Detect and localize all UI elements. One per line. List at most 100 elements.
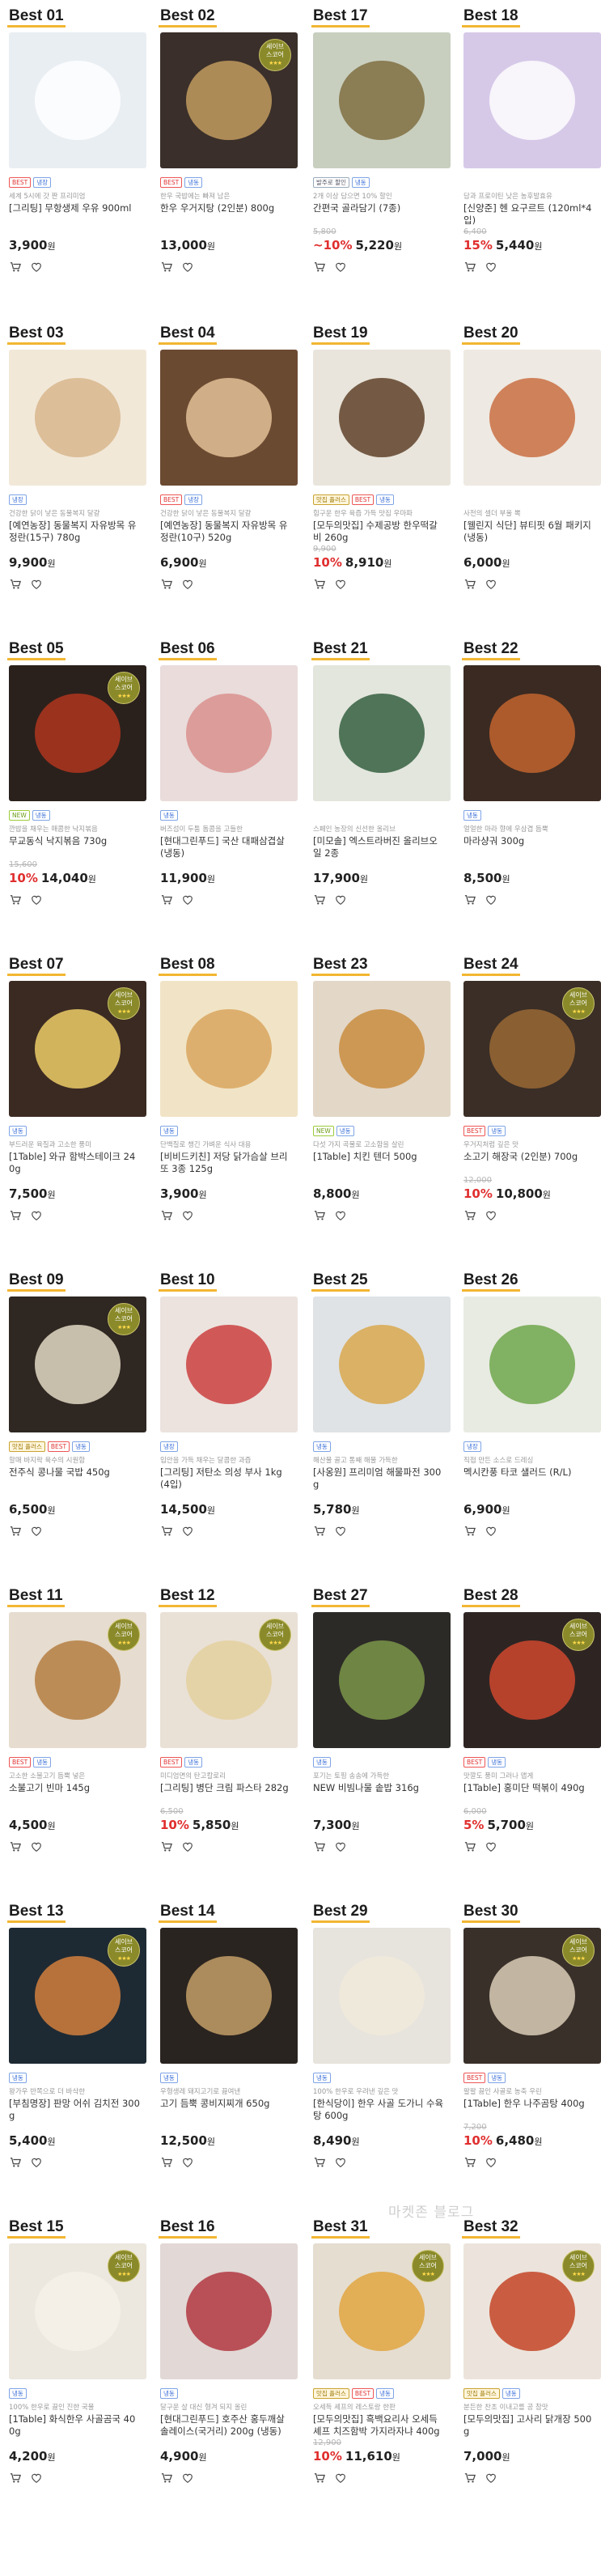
heart-icon[interactable] — [181, 1840, 194, 1853]
heart-icon[interactable] — [181, 2472, 194, 2485]
cart-icon[interactable] — [160, 578, 173, 591]
heart-icon[interactable] — [30, 1840, 43, 1853]
product-image[interactable]: 세이브 스코어 ★★★ — [463, 981, 601, 1117]
cart-icon[interactable] — [9, 1840, 22, 1853]
product-card[interactable]: Best 18 담과 프로이틴 낮은 농후발효유 [신양준] 헨 요구르트 (120… — [457, 5, 601, 316]
product-card[interactable]: Best 26 냉장 직접 만든 소스로 드레싱 멕시칸풍 타코 샐러드 (R/L) 6… — [457, 1269, 601, 1581]
heart-icon[interactable] — [485, 261, 497, 274]
product-name[interactable]: [1Table] 화식한우 사골곰국 400g — [9, 2413, 140, 2438]
product-name[interactable]: 소불고기 빈마 145g — [9, 1782, 140, 1806]
product-image[interactable]: 세이브 스코어 ★★★ — [9, 2243, 146, 2379]
heart-icon[interactable] — [30, 578, 43, 591]
heart-icon[interactable] — [30, 1209, 43, 1222]
product-image[interactable] — [313, 1296, 451, 1432]
product-card[interactable]: Best 13 세이브 스코어 ★★★ 냉동 왕가우 반쪽으로 더 바삭한 [부침명장] 판… — [2, 1900, 146, 2212]
product-card[interactable]: Best 02 세이브 스코어 ★★★ BEST 냉동 한우 국밥에는 빠져 남은 한우 우거… — [154, 5, 298, 316]
product-card[interactable]: Best 25 냉동 해산물 골고 통째 해물 가득한 [사옹원] 프리미엄 해물파전… — [307, 1269, 451, 1581]
cart-icon[interactable] — [160, 2472, 173, 2485]
product-image[interactable] — [9, 32, 146, 168]
cart-icon[interactable] — [160, 2156, 173, 2169]
product-card[interactable]: Best 08 냉동 단백질로 챙긴 가벼운 식사 대용 [비비드키친] 저당 닭가슴… — [154, 953, 298, 1265]
product-name[interactable]: [1Table] 홍미단 떡볶이 490g — [463, 1782, 595, 1806]
product-name[interactable]: [그리팅] 병단 크림 파스타 282g — [160, 1782, 291, 1806]
product-card[interactable]: Best 30 세이브 스코어 ★★★ BEST 냉동 팔팔 끓인 사골로 농축 우린 [1T… — [457, 1900, 601, 2212]
product-card[interactable]: Best 17 발주로 할인 냉동 2개 이상 담으면 10% 할인 간편국 골라담기 … — [307, 5, 451, 316]
heart-icon[interactable] — [485, 1209, 497, 1222]
product-name[interactable]: 한우 우거지탕 (2인분) 800g — [160, 202, 291, 227]
cart-icon[interactable] — [463, 578, 476, 591]
product-image[interactable] — [160, 1928, 298, 2064]
product-image[interactable] — [463, 350, 601, 486]
heart-icon[interactable] — [181, 1209, 194, 1222]
product-image[interactable]: 세이브 스코어 ★★★ — [9, 1612, 146, 1748]
product-image[interactable]: 세이브 스코어 ★★★ — [160, 32, 298, 168]
heart-icon[interactable] — [334, 1209, 347, 1222]
heart-icon[interactable] — [181, 1525, 194, 1538]
cart-icon[interactable] — [9, 261, 22, 274]
product-image[interactable] — [463, 32, 601, 168]
product-card[interactable]: Best 11 세이브 스코어 ★★★ BEST 냉동 고소한 소불고기 듬뿍 넣은 소불고기… — [2, 1585, 146, 1896]
product-image[interactable] — [463, 665, 601, 801]
product-card[interactable]: Best 21 스페인 농장의 신선한 올리브 [미모솔] 엑스트라버진 올리브오일… — [307, 638, 451, 949]
product-name[interactable]: [그리팅] 무항생제 우유 900ml — [9, 202, 140, 227]
cart-icon[interactable] — [9, 1525, 22, 1538]
product-card[interactable]: Best 10 냉장 입안을 가득 채우는 달콤한 과즙 [그리팅] 저탄소 의성 부… — [154, 1269, 298, 1581]
heart-icon[interactable] — [485, 1840, 497, 1853]
product-name[interactable]: [미모솔] 엑스트라버진 올리브오일 2종 — [313, 835, 444, 859]
product-image[interactable] — [463, 1296, 601, 1432]
product-image[interactable]: 세이브 스코어 ★★★ — [463, 1928, 601, 2064]
product-name[interactable]: [그리팅] 저탄소 의성 부사 1kg (4입) — [160, 1466, 291, 1491]
product-card[interactable]: Best 19 맛집 플러스 BEST 냉동 힘구운 한우 육즙 가득 맛집 우마파 [모… — [307, 322, 451, 634]
heart-icon[interactable] — [181, 261, 194, 274]
product-card[interactable]: Best 04 BEST 냉장 건강한 닭이 낳은 동물복지 달걀 [예연농장] 동물복… — [154, 322, 298, 634]
cart-icon[interactable] — [9, 2472, 22, 2485]
cart-icon[interactable] — [160, 1525, 173, 1538]
cart-icon[interactable] — [463, 1840, 476, 1853]
heart-icon[interactable] — [334, 261, 347, 274]
heart-icon[interactable] — [334, 578, 347, 591]
cart-icon[interactable] — [313, 261, 326, 274]
product-name[interactable]: [웰린지 식단] 뷰티핏 6월 패키지 (냉동) — [463, 520, 595, 544]
heart-icon[interactable] — [30, 2156, 43, 2169]
cart-icon[interactable] — [463, 261, 476, 274]
cart-icon[interactable] — [463, 1525, 476, 1538]
cart-icon[interactable] — [313, 893, 326, 906]
product-name[interactable]: [모두의맛집] 수제공방 한우떡갈비 260g — [313, 520, 444, 544]
product-name[interactable]: [현대그린푸드] 호주산 홍두깨살 솔레이스(국거리) 200g (냉동) — [160, 2413, 291, 2438]
cart-icon[interactable] — [9, 893, 22, 906]
cart-icon[interactable] — [463, 2156, 476, 2169]
product-card[interactable]: Best 14 냉동 우형생레 돼지고기로 끓여낸 고기 듬뿍 콩비지찌개 650g 1… — [154, 1900, 298, 2212]
product-image[interactable]: 세이브 스코어 ★★★ — [160, 1612, 298, 1748]
cart-icon[interactable] — [313, 2472, 326, 2485]
cart-icon[interactable] — [160, 261, 173, 274]
product-name[interactable]: [1Table] 치킨 텐더 500g — [313, 1151, 444, 1175]
product-name[interactable]: [1Table] 와규 함박스테이크 240g — [9, 1151, 140, 1175]
product-image[interactable] — [160, 1296, 298, 1432]
product-name[interactable]: [모두의맛집] 흑백요리사 오세득 셰프 치즈함박 가지라자냐 400g — [313, 2413, 444, 2438]
product-image[interactable] — [160, 350, 298, 486]
cart-icon[interactable] — [463, 2472, 476, 2485]
product-name[interactable]: [모두의맛집] 고사리 닭개장 500g — [463, 2413, 595, 2438]
product-name[interactable]: [현대그린푸드] 국산 대패삼겹살 (냉동) — [160, 835, 291, 859]
product-card[interactable]: Best 32 세이브 스코어 ★★★ 맛집 플러스 냉동 분든한 찬초 이내고를 공 참맛… — [457, 2216, 601, 2527]
heart-icon[interactable] — [334, 2156, 347, 2169]
product-card[interactable]: Best 05 세이브 스코어 ★★★ NEW 냉동 깐밥을 채우는 매콤한 낙지볶음 무교동… — [2, 638, 146, 949]
product-image[interactable]: 세이브 스코어 ★★★ — [9, 981, 146, 1117]
cart-icon[interactable] — [313, 1209, 326, 1222]
heart-icon[interactable] — [485, 2156, 497, 2169]
product-name[interactable]: 소고기 해장국 (2인분) 700g — [463, 1151, 595, 1175]
cart-icon[interactable] — [313, 1840, 326, 1853]
heart-icon[interactable] — [181, 2156, 194, 2169]
product-name[interactable]: 전주식 콩나물 국밥 450g — [9, 1466, 140, 1491]
product-card[interactable]: Best 12 세이브 스코어 ★★★ BEST 냉동 미디엄면의 탄고칼로리 [그리팅] 병… — [154, 1585, 298, 1896]
product-name[interactable]: NEW 비빔나물 솥밥 316g — [313, 1782, 444, 1806]
product-image[interactable] — [313, 981, 451, 1117]
heart-icon[interactable] — [334, 2472, 347, 2485]
product-card[interactable]: Best 24 세이브 스코어 ★★★ BEST 냉동 우거지처럼 깊은 맛 소고기 해장국 … — [457, 953, 601, 1265]
heart-icon[interactable] — [485, 578, 497, 591]
product-image[interactable] — [313, 1612, 451, 1748]
heart-icon[interactable] — [485, 893, 497, 906]
product-image[interactable] — [313, 1928, 451, 2064]
product-image[interactable] — [160, 2243, 298, 2379]
product-card[interactable]: Best 29 냉동 100% 한우로 우려낸 깊은 맛 [한식당이] 한우 사골 도… — [307, 1900, 451, 2212]
